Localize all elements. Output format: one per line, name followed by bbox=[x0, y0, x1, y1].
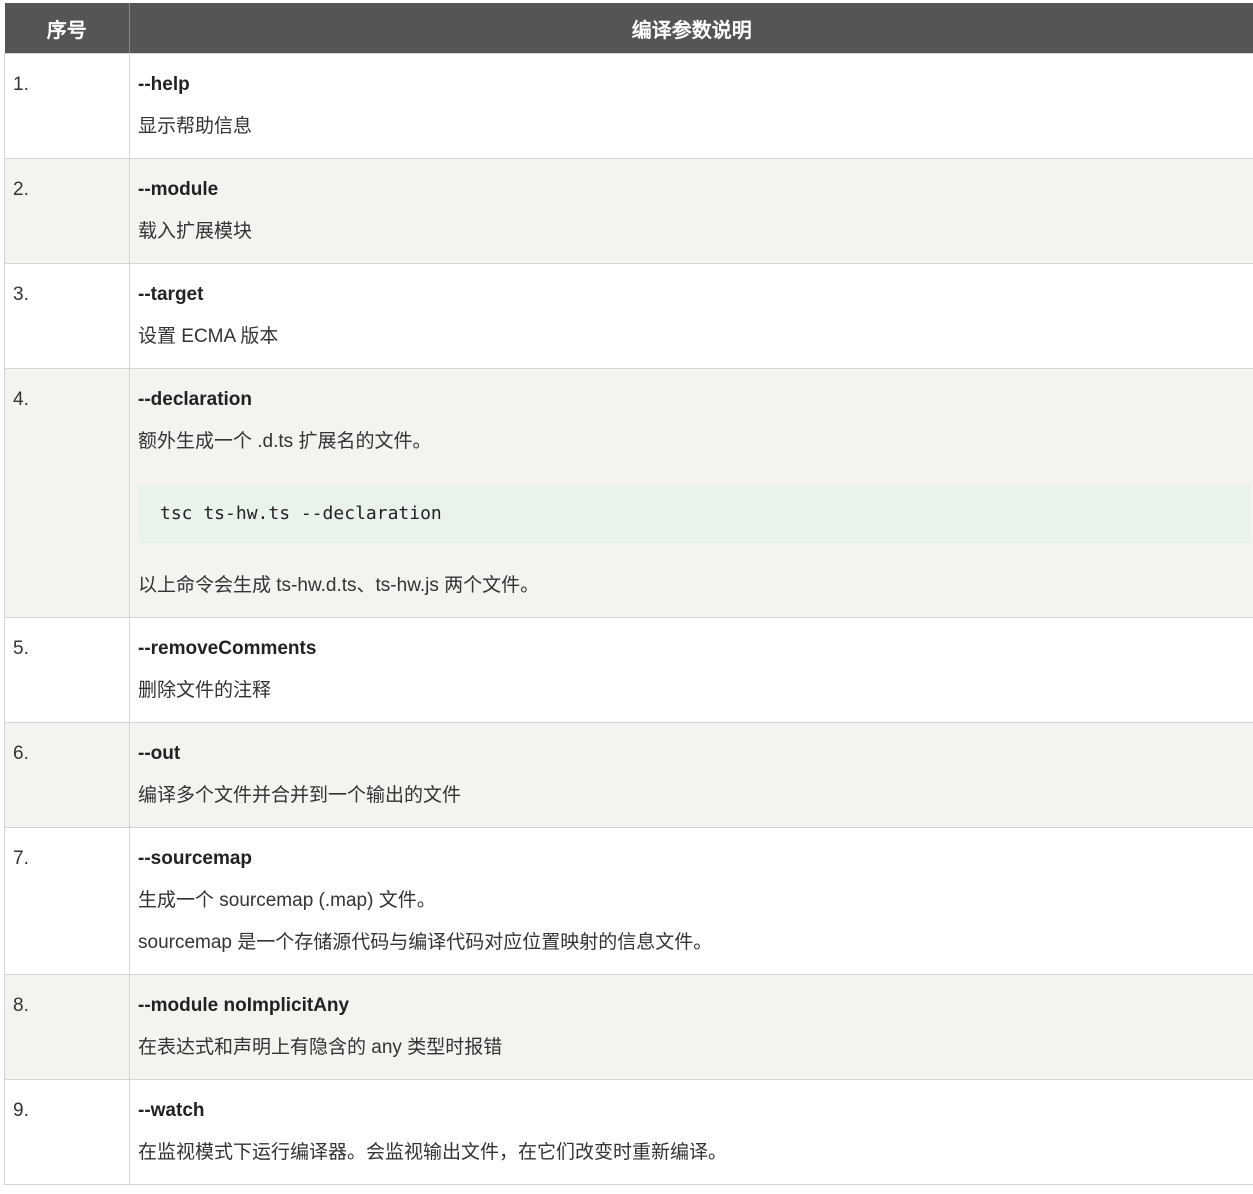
option-name: --help bbox=[138, 74, 190, 95]
row-description: --removeComments 删除文件的注释 bbox=[129, 617, 1253, 723]
compiler-options-table: 序号 编译参数说明 1. --help 显示帮助信息 2. --module 载… bbox=[4, 3, 1253, 1185]
option-description: 载入扩展模块 bbox=[138, 221, 253, 242]
option-description: 删除文件的注释 bbox=[138, 680, 272, 701]
option-description: 显示帮助信息 bbox=[138, 116, 253, 137]
table-header-row: 序号 编译参数说明 bbox=[4, 3, 1253, 54]
row-number: 8. bbox=[4, 974, 130, 1080]
option-description: 在表达式和声明上有隐含的 any 类型时报错 bbox=[138, 1037, 503, 1058]
table-row: 8. --module noImplicitAny 在表达式和声明上有隐含的 a… bbox=[4, 974, 1253, 1080]
header-index: 序号 bbox=[4, 3, 130, 54]
row-description: --module 载入扩展模块 bbox=[129, 158, 1253, 264]
option-name: --watch bbox=[138, 1100, 205, 1121]
option-name: --sourcemap bbox=[138, 848, 253, 869]
option-description: 额外生成一个 .d.ts 扩展名的文件。 bbox=[138, 431, 432, 452]
table-row: 5. --removeComments 删除文件的注释 bbox=[4, 617, 1253, 723]
row-description: --module noImplicitAny 在表达式和声明上有隐含的 any … bbox=[129, 974, 1253, 1080]
option-description: sourcemap 是一个存储源代码与编译代码对应位置映射的信息文件。 bbox=[138, 932, 713, 953]
code-example: tsc ts-hw.ts --declaration bbox=[138, 485, 1250, 543]
table-row: 6. --out 编译多个文件并合并到一个输出的文件 bbox=[4, 722, 1253, 828]
row-description: --target 设置 ECMA 版本 bbox=[129, 263, 1253, 369]
header-description: 编译参数说明 bbox=[129, 3, 1253, 54]
table-row: 1. --help 显示帮助信息 bbox=[4, 53, 1253, 159]
table-row: 9. --watch 在监视模式下运行编译器。会监视输出文件，在它们改变时重新编… bbox=[4, 1079, 1253, 1185]
row-description: --out 编译多个文件并合并到一个输出的文件 bbox=[129, 722, 1253, 828]
row-number: 3. bbox=[4, 263, 130, 369]
row-description: --watch 在监视模式下运行编译器。会监视输出文件，在它们改变时重新编译。 bbox=[129, 1079, 1253, 1185]
option-name: --declaration bbox=[138, 389, 253, 410]
table-row: 2. --module 载入扩展模块 bbox=[4, 158, 1253, 264]
option-name: --target bbox=[138, 284, 204, 305]
row-description: --sourcemap 生成一个 sourcemap (.map) 文件。 so… bbox=[129, 827, 1253, 975]
row-number: 5. bbox=[4, 617, 130, 723]
option-description: 设置 ECMA 版本 bbox=[138, 326, 279, 347]
row-number: 2. bbox=[4, 158, 130, 264]
row-description: --declaration 额外生成一个 .d.ts 扩展名的文件。 tsc t… bbox=[129, 368, 1253, 618]
option-description: 编译多个文件并合并到一个输出的文件 bbox=[138, 785, 462, 806]
table-row: 7. --sourcemap 生成一个 sourcemap (.map) 文件。… bbox=[4, 827, 1253, 975]
option-description: 在监视模式下运行编译器。会监视输出文件，在它们改变时重新编译。 bbox=[138, 1142, 728, 1163]
row-number: 1. bbox=[4, 53, 130, 159]
table-row: 4. --declaration 额外生成一个 .d.ts 扩展名的文件。 ts… bbox=[4, 368, 1253, 618]
option-description: 生成一个 sourcemap (.map) 文件。 bbox=[138, 890, 436, 911]
table-row: 3. --target 设置 ECMA 版本 bbox=[4, 263, 1253, 369]
row-number: 9. bbox=[4, 1079, 130, 1185]
option-name: --module bbox=[138, 179, 219, 200]
row-number: 6. bbox=[4, 722, 130, 828]
option-name: --out bbox=[138, 743, 181, 764]
option-name: --removeComments bbox=[138, 638, 317, 659]
option-name: --module noImplicitAny bbox=[138, 995, 350, 1016]
code-explanation: 以上命令会生成 ts-hw.d.ts、ts-hw.js 两个文件。 bbox=[138, 575, 540, 596]
row-number: 4. bbox=[4, 368, 130, 618]
row-description: --help 显示帮助信息 bbox=[129, 53, 1253, 159]
row-number: 7. bbox=[4, 827, 130, 975]
